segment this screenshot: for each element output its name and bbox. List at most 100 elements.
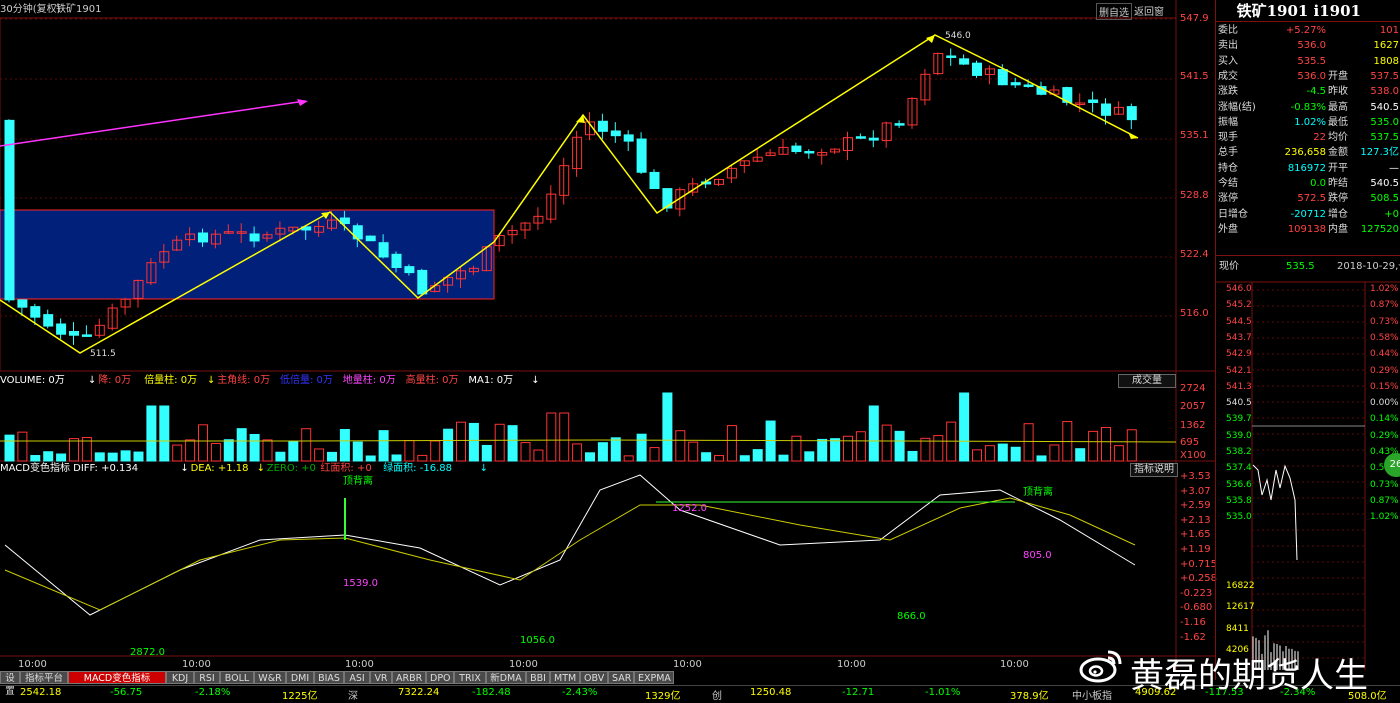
period-label[interactable]: 30分钟(复权) <box>0 4 61 16</box>
quote-value: 536.0 <box>1297 70 1326 82</box>
candle <box>804 150 815 154</box>
tab-new-dma[interactable]: 新DMA <box>486 671 526 684</box>
candle <box>391 253 402 269</box>
tab-bias[interactable]: BIAS <box>314 671 344 684</box>
volume-bar <box>675 430 686 462</box>
volume-button[interactable]: 成交量 <box>1118 374 1176 388</box>
mini-percent-tick: 0.58% <box>1370 332 1399 343</box>
mini-percent-tick: 0.15% <box>1370 381 1399 392</box>
quote-value: 101 <box>1379 25 1399 36</box>
indicator-help-button[interactable]: 指标说明 <box>1130 463 1178 477</box>
macd-bar <box>420 590 423 611</box>
tab-macd[interactable]: MACD变色指标 <box>68 671 166 684</box>
volume-bar <box>1075 448 1086 462</box>
ticker-value: 1225亿 <box>282 691 318 702</box>
candle <box>4 119 15 301</box>
tab-expma[interactable]: EXPMA <box>634 671 674 684</box>
quote-value: 1808 <box>1373 55 1399 67</box>
tab-sar[interactable]: SAR <box>608 671 634 684</box>
ticker-label[interactable]: 中小板指 <box>1072 687 1112 702</box>
tab-kdj[interactable]: KDJ <box>166 671 194 684</box>
macd-bar <box>291 549 294 590</box>
volume-bar <box>1113 445 1124 462</box>
candle <box>17 299 28 308</box>
indicator-legend-item: 主角线: 0万 <box>217 375 271 386</box>
window-button[interactable]: 窗 <box>1152 3 1166 18</box>
mini-price-tick: 539.7 <box>1226 414 1252 425</box>
tab-settings[interactable]: 设置 <box>0 671 20 697</box>
candle <box>56 323 67 335</box>
candle <box>81 334 92 337</box>
ticker-label[interactable]: 深 <box>348 687 358 702</box>
macd-bar <box>1117 590 1120 625</box>
volume-tick: 1362 <box>1180 420 1206 431</box>
indicator-legend-item: ↓ <box>180 463 189 474</box>
quote-row: 涨跌 -4.5 昨收 538.0 <box>1216 84 1400 99</box>
macd-bar <box>885 590 888 597</box>
macd-bar <box>820 590 823 601</box>
volume-bar <box>288 440 299 462</box>
volume-bar <box>894 430 905 462</box>
quote-value: +5.27% <box>1285 25 1326 36</box>
ticker-label[interactable]: 创 <box>712 687 722 702</box>
tab-arbr[interactable]: ARBR <box>392 671 426 684</box>
macd-bar <box>266 544 268 590</box>
price-tick: 522.4 <box>1180 249 1209 260</box>
macd-tick: +0.715 <box>1180 558 1218 570</box>
macd-bar <box>1104 590 1107 625</box>
tab-dpo[interactable]: DPO <box>426 671 454 684</box>
macd-bar <box>253 542 256 590</box>
tab-boll[interactable]: BOLL <box>220 671 254 684</box>
volume-bar <box>585 452 595 462</box>
quote-label: 涨幅(结) <box>1218 101 1256 113</box>
quote-row: 日增仓 -20712 增仓 +0 <box>1216 207 1400 222</box>
tab-dmi[interactable]: DMI <box>286 671 314 684</box>
tab-trix[interactable]: TRIX <box>454 671 486 684</box>
volume-bar <box>198 424 208 462</box>
quote-label: 最高 <box>1328 101 1348 113</box>
macd-bar <box>149 590 152 600</box>
quote-value: 22 <box>1313 132 1326 144</box>
volume-ma-line <box>0 439 1177 443</box>
remove-favorite-button[interactable]: 删自选 <box>1096 3 1132 20</box>
high-marker: 546.0 <box>945 31 971 41</box>
tab-indicator-platform[interactable]: 指标平台 <box>20 671 68 684</box>
divergence-label: 顶背离 <box>1023 487 1053 498</box>
macd-bar <box>743 590 746 601</box>
tab-bbi[interactable]: BBI <box>526 671 550 684</box>
tab-rsi[interactable]: RSI <box>194 671 220 684</box>
indicator-legend-item: 地量柱: 0万 <box>342 375 396 386</box>
tab-mtm[interactable]: MTM <box>550 671 580 684</box>
quote-label: 总手 <box>1218 147 1238 159</box>
volume-bar <box>17 431 28 462</box>
tab-asi[interactable]: ASI <box>344 671 370 684</box>
candle <box>636 138 647 173</box>
volume-bar <box>43 451 54 462</box>
candle <box>417 269 428 295</box>
volume-bar <box>352 441 363 462</box>
volume-bar <box>146 405 157 462</box>
mini-price-tick: 535.8 <box>1226 495 1252 506</box>
quote-label: 卖出 <box>1218 40 1238 52</box>
tab-wr[interactable]: W&R <box>254 671 286 684</box>
watermark-text: 黄磊的期货人生 <box>1130 656 1368 696</box>
macd-bar <box>304 552 307 590</box>
volume-bar <box>920 437 931 462</box>
tab-obv[interactable]: OBV <box>580 671 608 684</box>
tab-vr[interactable]: VR <box>370 671 392 684</box>
macd-bar <box>459 590 462 619</box>
macd-bar <box>704 590 707 599</box>
quote-value: 236,658 <box>1284 147 1326 159</box>
macd-bar <box>175 526 178 590</box>
quote-value: 1627 <box>1373 40 1399 52</box>
candle <box>972 62 982 76</box>
candle <box>959 58 970 65</box>
price-tick: 547.9 <box>1180 13 1209 24</box>
mini-percent-tick: 1.02% <box>1370 512 1399 523</box>
quote-value: -4.5 <box>1306 86 1326 98</box>
macd-bar <box>407 590 410 607</box>
quote-row: 涨停 572.5 跌停 508.5 <box>1216 191 1400 206</box>
mini-price-tick: 538.2 <box>1226 447 1252 457</box>
quote-label: 买入 <box>1218 55 1238 67</box>
macd-bar <box>1052 590 1055 619</box>
